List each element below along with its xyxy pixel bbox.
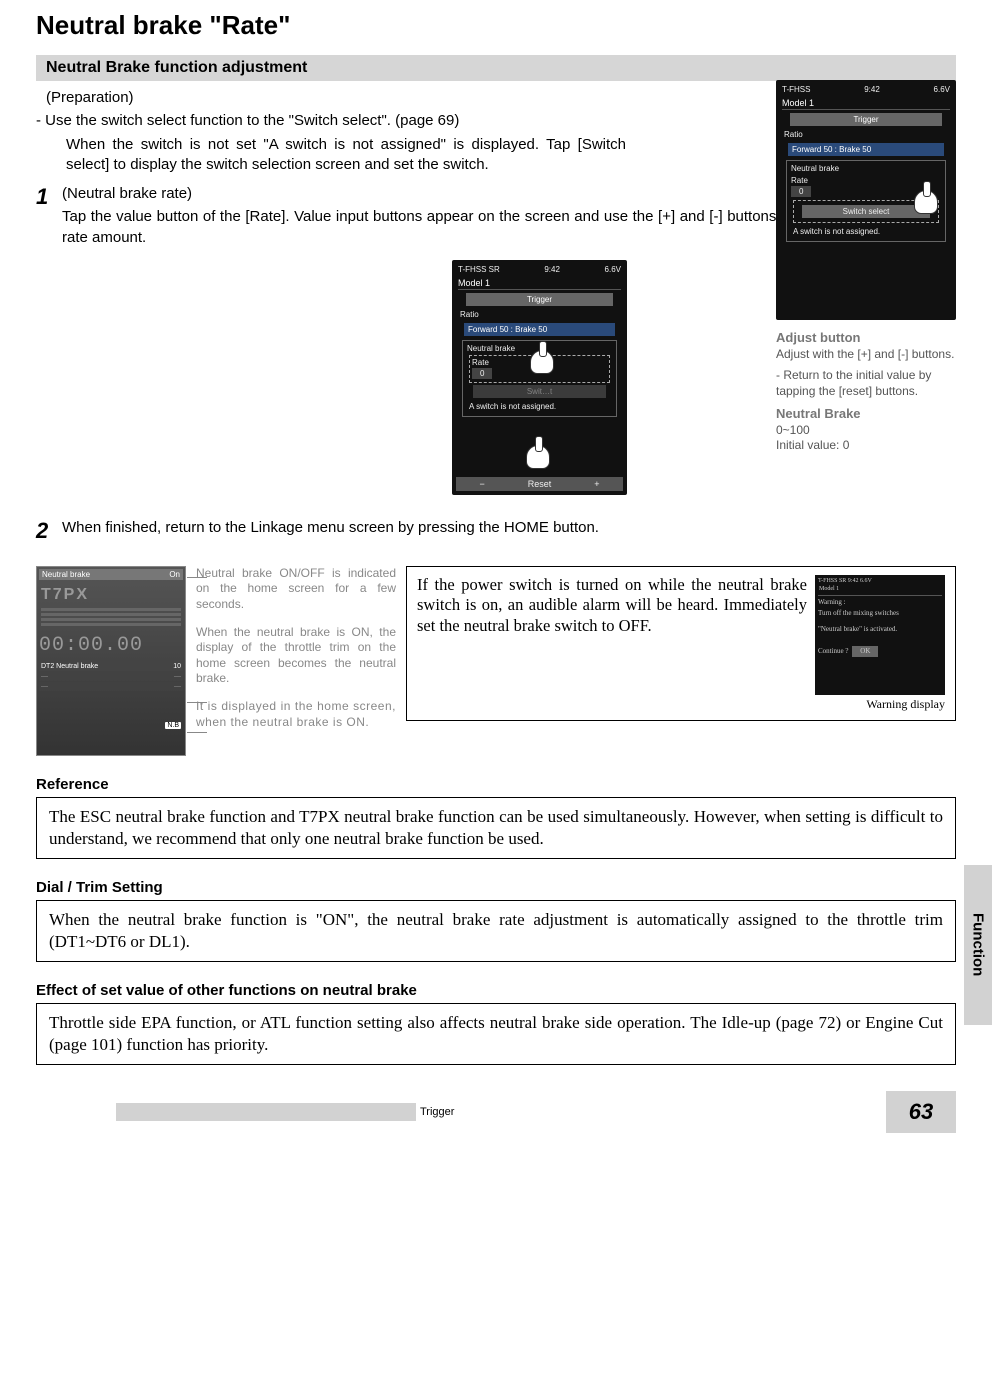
status-battery: 6.6V [934, 85, 950, 94]
status-protocol: T-FHSS SR [818, 578, 846, 584]
section-bar: Neutral Brake function adjustment [36, 55, 956, 81]
continue-label: Continue ? [818, 647, 849, 656]
status-time: 9:42 [544, 265, 560, 274]
annotation-notes: Neutral brake ON/OFF is indicated on the… [196, 566, 396, 756]
not-assigned-text: A switch is not assigned. [467, 400, 612, 413]
ratio-value: Forward 50 : Brake 50 [464, 323, 615, 336]
adjust-button-heading: Adjust button [776, 330, 860, 345]
tap-hand-icon [530, 350, 554, 374]
status-protocol: T-FHSS SR [458, 265, 500, 274]
ok-button[interactable]: OK [852, 646, 878, 657]
neutral-brake-label: Neutral brake [791, 164, 941, 173]
ratio-label: Ratio [456, 308, 623, 321]
status-time: 9:42 [864, 85, 880, 94]
rate-label: Rate [791, 176, 941, 185]
reference-box: The ESC neutral brake function and T7PX … [36, 797, 956, 859]
home-nb-state: On [169, 570, 180, 579]
trigger-tab: Trigger [466, 293, 613, 306]
footer-trigger-label: Trigger [420, 1106, 454, 1118]
warning-text: If the power switch is turned on while t… [417, 575, 807, 637]
warning-line2: "Neutral brake" is activated. [818, 625, 942, 634]
reset-note: - Return to the initial value by tapping… [776, 368, 956, 399]
status-battery: 6.6V [860, 578, 872, 584]
model-label: Model 1 [458, 278, 621, 290]
ratio-label: Ratio [780, 128, 952, 141]
home-dt-label: DT2 Neutral brake [41, 663, 98, 670]
rate-value: 0 [791, 186, 811, 197]
range-text: 0~100 [776, 423, 810, 437]
trigger-tab: Trigger [790, 113, 942, 126]
screenshot-rate-adjust: T-FHSS SR 9:42 6.6V Model 1 Trigger Rati… [452, 260, 627, 495]
ratio-value: Forward 50 : Brake 50 [788, 143, 944, 156]
dial-heading: Dial / Trim Setting [36, 879, 956, 896]
reference-heading: Reference [36, 776, 956, 793]
adjust-note-block: Adjust button Adjust with the [+] and [-… [776, 330, 956, 460]
effect-box: Throttle side EPA function, or ATL funct… [36, 1003, 956, 1065]
model-label: Model 1 [782, 98, 950, 110]
warning-line1: Turn off the mixing switches [818, 609, 942, 618]
screenshot-home: Neutral brake On T7PX 00:00.00 DT2 Neutr… [36, 566, 186, 756]
tap-hand-icon [914, 190, 938, 214]
minus-button[interactable]: − [479, 479, 484, 489]
note-1: Neutral brake ON/OFF is indicated on the… [196, 566, 396, 613]
reset-button[interactable]: Reset [528, 479, 552, 489]
home-brand: T7PX [37, 586, 185, 604]
home-dt-value: 10 [173, 663, 181, 670]
initial-value-text: Initial value: 0 [776, 438, 849, 452]
screenshot-switch-select: T-FHSS 9:42 6.6V Model 1 Trigger Ratio F… [776, 80, 956, 320]
note-3: It is displayed in the home screen, when… [196, 699, 396, 730]
step-number-1: 1 [36, 184, 62, 210]
model-label: Model 1 [818, 585, 942, 596]
step-number-2: 2 [36, 518, 62, 544]
nb-badge: N.B [165, 722, 181, 729]
not-assigned-text: A switch is not assigned. [791, 225, 941, 238]
status-time: 9:42 [848, 578, 859, 584]
rate-value-button[interactable]: 0 [472, 368, 492, 379]
status-protocol: T-FHSS [782, 85, 810, 94]
neutral-brake-heading: Neutral Brake [776, 406, 861, 421]
side-tab-label: Function [970, 913, 987, 976]
status-battery: 6.6V [605, 265, 621, 274]
footer-band [116, 1103, 416, 1121]
warning-caption: Warning display [815, 697, 945, 712]
tap-hand-icon [526, 445, 550, 469]
page-footer: Trigger 63 [36, 1091, 956, 1133]
switch-select-button[interactable]: Switch select [802, 205, 930, 218]
warning-box: If the power switch is turned on while t… [406, 566, 956, 721]
step2-body: When finished, return to the Linkage men… [62, 518, 956, 538]
adjust-button-text: Adjust with the [+] and [-] buttons. [776, 347, 954, 361]
side-tab-function: Function [964, 865, 992, 1025]
page-number: 63 [886, 1091, 956, 1133]
switch-select-button[interactable]: Swit…t [473, 385, 606, 398]
home-nb-label: Neutral brake [42, 570, 90, 579]
plus-button[interactable]: + [594, 479, 599, 489]
screenshot-warning: T-FHSS SR 9:42 6.6V Model 1 Warning : Tu… [815, 575, 945, 695]
page-title: Neutral brake "Rate" [36, 10, 956, 41]
note-2: When the neutral brake is ON, the displa… [196, 625, 396, 687]
home-timer: 00:00.00 [37, 630, 185, 661]
dial-box: When the neutral brake function is "ON",… [36, 900, 956, 962]
warning-label: Warning : [818, 598, 942, 607]
effect-heading: Effect of set value of other functions o… [36, 982, 956, 999]
intro-paragraph: When the switch is not set "A switch is … [36, 135, 626, 174]
